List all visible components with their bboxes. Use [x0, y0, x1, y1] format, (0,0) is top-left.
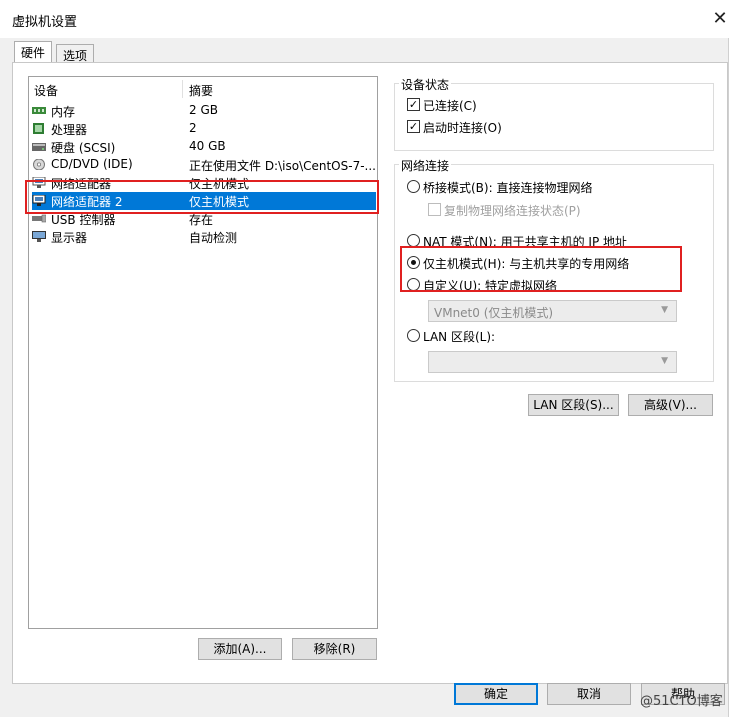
column-header-summary[interactable]: 摘要: [189, 82, 213, 98]
device-summary: 自动检测: [189, 231, 238, 245]
connect-at-power-on-checkbox[interactable]: ✓: [407, 120, 420, 133]
device-row-harddisk[interactable]: 硬盘 (SCSI) 40 GB: [32, 138, 376, 156]
device-name: 处理器: [51, 123, 88, 137]
device-status-group: [394, 83, 714, 151]
connected-checkbox[interactable]: ✓: [407, 98, 420, 111]
replicate-state-checkbox[interactable]: [428, 203, 441, 216]
device-row-cdrom[interactable]: CD/DVD (IDE) 正在使用文件 D:\iso\CentOS-7-...: [32, 156, 376, 174]
bridged-label[interactable]: 桥接模式(B): 直接连接物理网络: [423, 179, 592, 196]
connected-label[interactable]: 已连接(C): [423, 97, 477, 114]
device-status-label: 设备状态: [399, 76, 452, 93]
chevron-down-icon: ▼: [661, 356, 668, 366]
lan-segment-label[interactable]: LAN 区段(L):: [423, 328, 495, 345]
device-name: 显示器: [51, 231, 88, 245]
column-divider: [182, 80, 183, 98]
chevron-down-icon: ▼: [661, 305, 668, 315]
cancel-button[interactable]: 取消: [547, 683, 631, 705]
device-row-processor[interactable]: 处理器 2: [32, 120, 376, 138]
custom-network-select[interactable]: VMnet0 (仅主机模式) ▼: [428, 300, 677, 322]
lan-segments-button[interactable]: LAN 区段(S)...: [528, 394, 619, 416]
custom-network-value: VMnet0 (仅主机模式): [434, 306, 554, 320]
highlight-box-host-only: [400, 246, 682, 292]
remove-device-button[interactable]: 移除(R): [292, 638, 377, 660]
device-name: 硬盘 (SCSI): [51, 141, 116, 155]
usb-icon: [32, 214, 46, 223]
device-name: CD/DVD (IDE): [51, 157, 133, 171]
network-connection-label: 网络连接: [399, 157, 452, 174]
device-summary: 2: [189, 121, 197, 135]
cpu-icon: [33, 123, 44, 134]
watermark: @51CTO博客: [640, 694, 723, 709]
device-summary: 40 GB: [189, 139, 226, 153]
lan-segment-radio[interactable]: [407, 329, 420, 342]
device-row-memory[interactable]: 内存 2 GB: [32, 102, 376, 120]
column-header-device[interactable]: 设备: [34, 82, 58, 98]
lan-segment-select[interactable]: ▼: [428, 351, 677, 373]
title-bar: [0, 0, 740, 38]
bridged-radio[interactable]: [407, 180, 420, 193]
monitor-icon: [32, 231, 46, 242]
add-device-button[interactable]: 添加(A)...: [198, 638, 282, 660]
replicate-state-label[interactable]: 复制物理网络连接状态(P): [444, 202, 581, 219]
device-name: 内存: [51, 105, 76, 119]
advanced-button[interactable]: 高级(V)...: [628, 394, 713, 416]
ok-button[interactable]: 确定: [454, 683, 538, 705]
memory-icon: [32, 107, 46, 114]
window-title: 虚拟机设置: [12, 15, 78, 30]
harddisk-icon: [32, 143, 46, 151]
device-row-monitor[interactable]: 显示器 自动检测: [32, 228, 376, 246]
device-summary: 2 GB: [189, 103, 218, 117]
highlight-box-adapters: [25, 180, 379, 214]
connect-at-power-on-label[interactable]: 启动时连接(O): [423, 119, 502, 136]
background-window-strip: [728, 38, 740, 717]
close-icon[interactable]: ✕: [707, 6, 733, 32]
cdrom-icon: [33, 159, 45, 170]
device-summary: 正在使用文件 D:\iso\CentOS-7-...: [189, 159, 376, 173]
